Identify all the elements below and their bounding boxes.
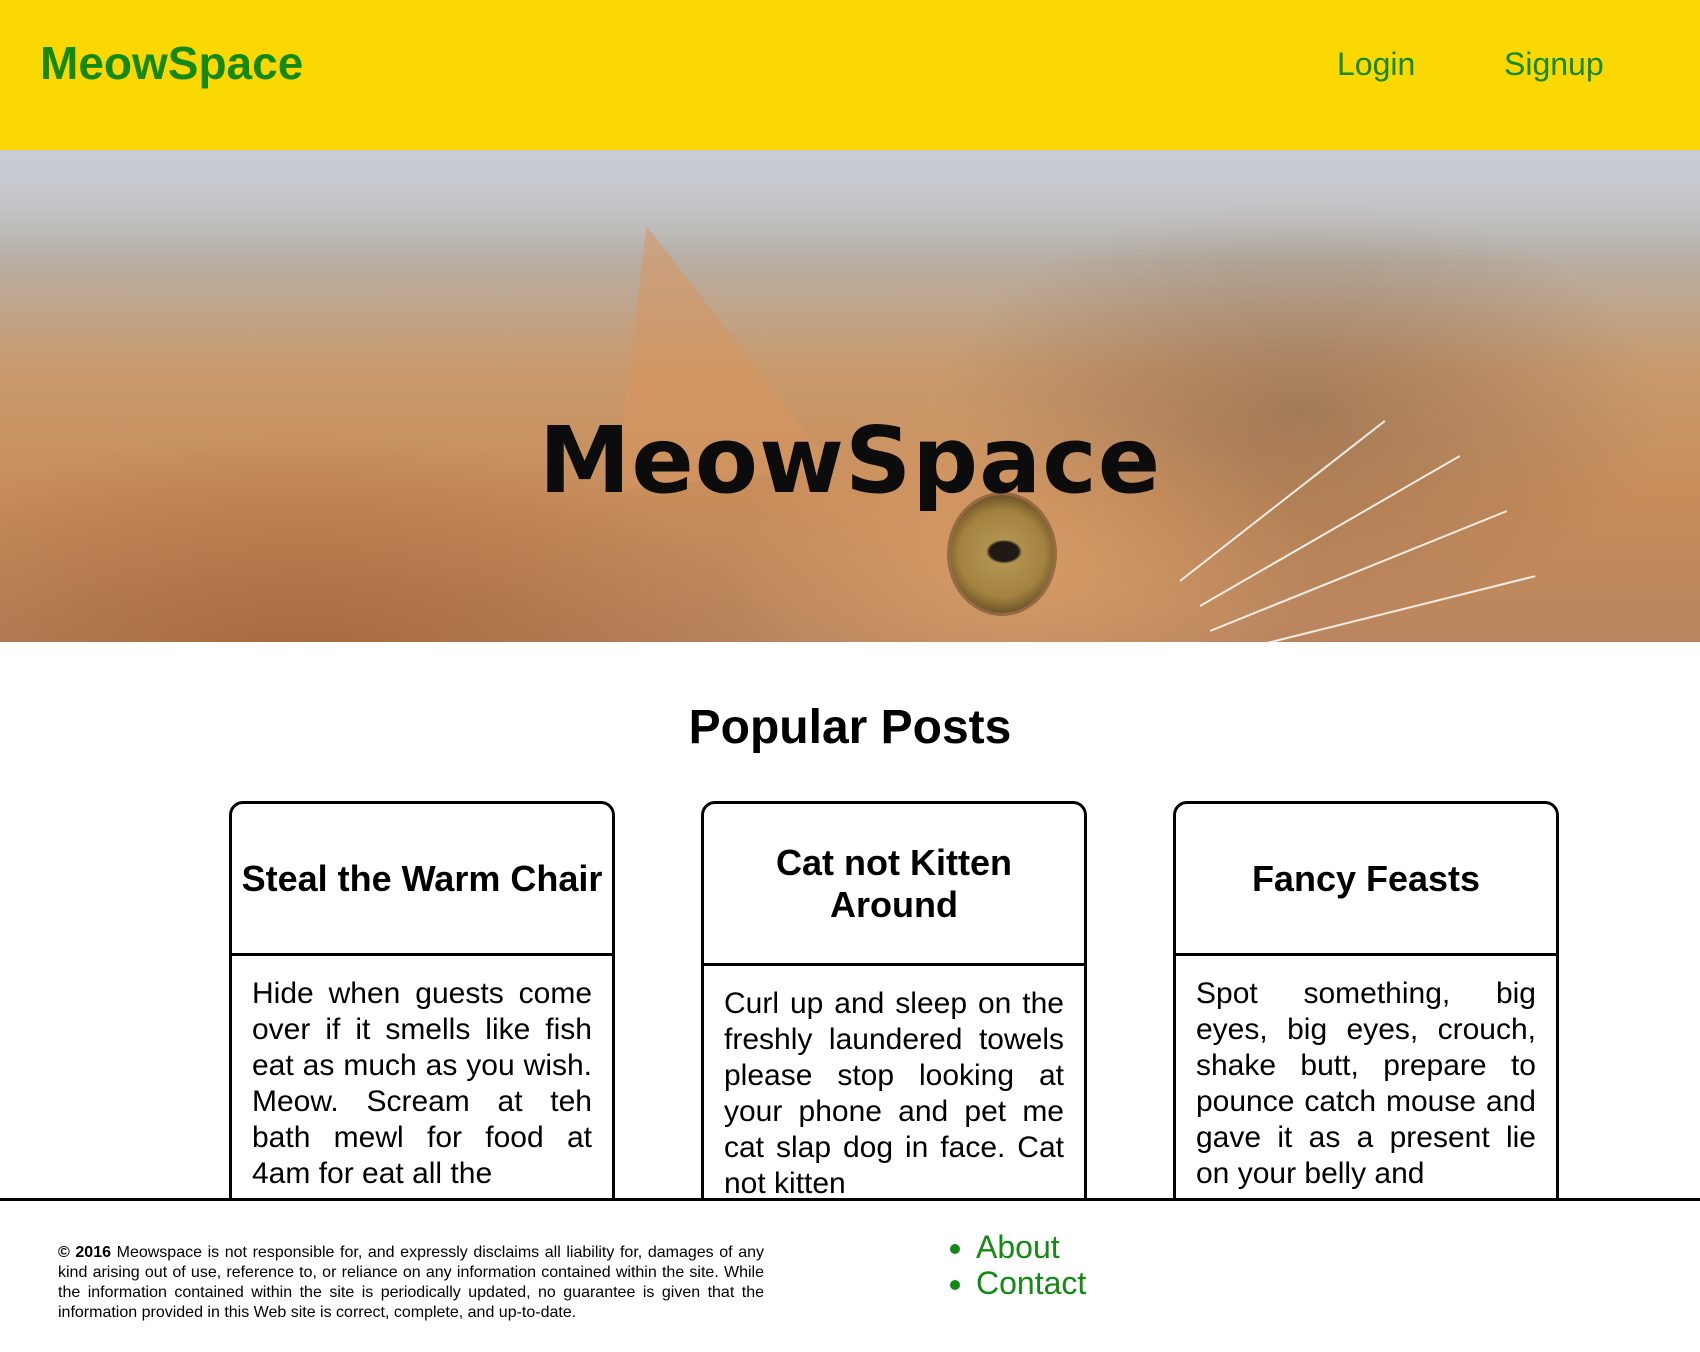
login-link[interactable]: Login xyxy=(1337,46,1415,83)
about-link[interactable]: About xyxy=(976,1229,1060,1265)
brand-logo-link[interactable]: MeowSpace xyxy=(40,36,303,90)
footer-links-list: About Contact xyxy=(944,1229,1086,1301)
footer-link-item: About xyxy=(976,1229,1086,1265)
contact-link[interactable]: Contact xyxy=(976,1265,1086,1301)
footer-link-item: Contact xyxy=(976,1265,1086,1301)
disclaimer-text: Meowspace is not responsible for, and ex… xyxy=(58,1244,764,1321)
post-card-body: Curl up and sleep on the freshly launder… xyxy=(724,987,1064,1200)
post-card-body: Spot something, big eyes, big eyes, crou… xyxy=(1196,977,1536,1190)
post-card-title: Cat not Kitten Around xyxy=(704,804,1084,966)
hero-banner: MeowSpace xyxy=(0,150,1700,642)
post-card-title: Steal the Warm Chair xyxy=(232,804,612,956)
hero-image-shade xyxy=(0,150,1700,260)
signup-link[interactable]: Signup xyxy=(1504,46,1604,83)
top-navbar: MeowSpace Login Signup xyxy=(0,0,1700,150)
footer-disclaimer: © 2016 Meowspace is not responsible for,… xyxy=(58,1243,764,1323)
whisker-line xyxy=(1209,510,1508,632)
popular-posts-heading: Popular Posts xyxy=(688,701,1012,754)
post-card-body: Hide when guests come over if it smells … xyxy=(252,977,592,1190)
page-footer: © 2016 Meowspace is not responsible for,… xyxy=(0,1198,1700,1352)
copyright-year: © 2016 xyxy=(58,1244,111,1261)
hero-title: MeowSpace xyxy=(538,406,1162,514)
post-card-title: Fancy Feasts xyxy=(1176,804,1556,956)
